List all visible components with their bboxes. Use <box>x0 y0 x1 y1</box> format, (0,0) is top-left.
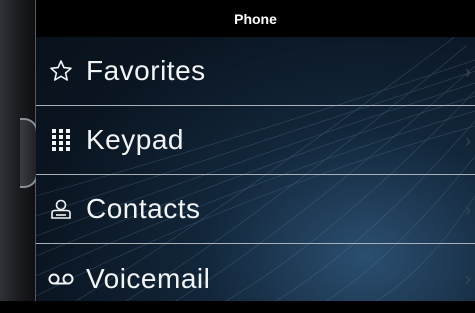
phone-menu: Favorites › Keypad › Contacts › Voicemai… <box>36 37 475 313</box>
page-title: Phone <box>234 10 277 27</box>
menu-item-voicemail[interactable]: Voicemail › <box>36 244 475 313</box>
chevron-right-icon: › <box>465 131 471 151</box>
menu-item-label: Voicemail <box>86 262 211 294</box>
chevron-right-icon: › <box>465 200 471 220</box>
chevron-right-icon: › <box>465 62 471 82</box>
contact-card-icon <box>48 196 74 222</box>
title-bar: Phone <box>36 0 475 37</box>
menu-item-label: Favorites <box>86 55 206 86</box>
keypad-grid-icon <box>48 127 74 153</box>
left-side-rail <box>0 0 38 301</box>
voicemail-icon <box>48 266 74 292</box>
menu-item-favorites[interactable]: Favorites › <box>36 37 475 106</box>
menu-item-contacts[interactable]: Contacts › <box>36 175 475 244</box>
star-outline-icon <box>48 58 74 84</box>
menu-item-label: Keypad <box>86 124 184 155</box>
menu-item-keypad[interactable]: Keypad › <box>36 106 475 175</box>
menu-item-label: Contacts <box>86 193 201 224</box>
chevron-right-icon: › <box>465 269 471 289</box>
